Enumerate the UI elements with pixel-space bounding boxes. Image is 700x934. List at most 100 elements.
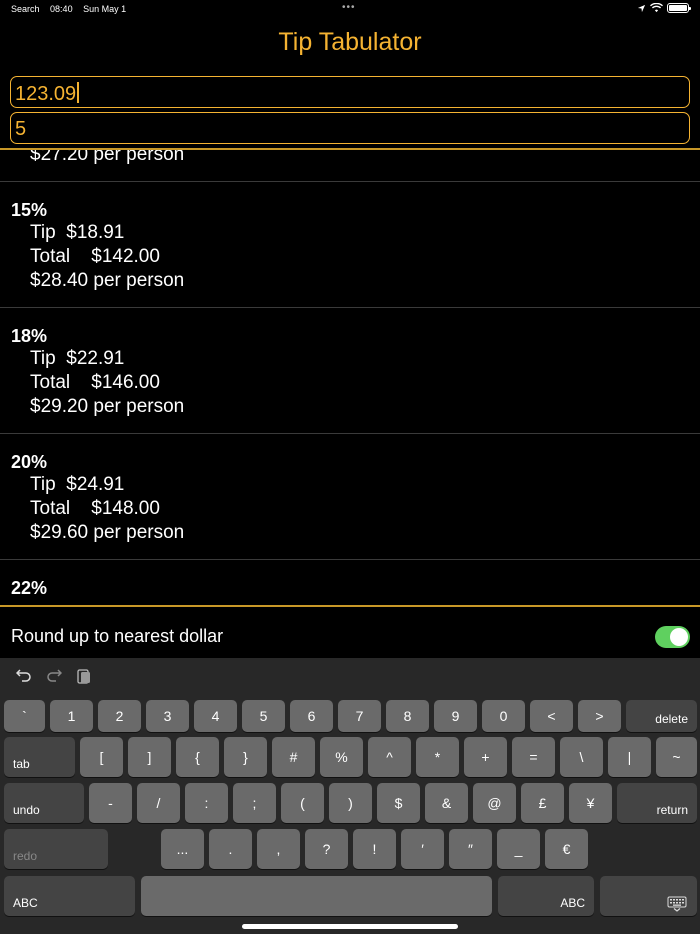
key-pipe[interactable]: | — [608, 737, 651, 777]
key-at[interactable]: @ — [473, 783, 516, 823]
tip-line: Tip $22.91 — [30, 348, 125, 369]
key-3[interactable]: 3 — [146, 700, 189, 732]
tip-percent: 15% — [11, 200, 48, 220]
total-line: Total $146.00 — [30, 372, 160, 393]
tip-percent: 20% — [11, 452, 48, 472]
key-backtick[interactable]: ` — [4, 700, 45, 732]
key-caret[interactable]: ^ — [368, 737, 411, 777]
tab-key[interactable]: tab — [4, 737, 75, 777]
key-open-paren[interactable]: ( — [281, 783, 324, 823]
key-plus[interactable]: + — [464, 737, 507, 777]
tip-section-18: 18% Tip $22.91 Total $146.00 $29.20 per … — [0, 308, 700, 434]
space-key[interactable] — [141, 876, 492, 916]
return-key[interactable]: return — [617, 783, 697, 823]
undo-icon[interactable] — [16, 668, 32, 682]
tip-results-list[interactable]: $27.20 per person 15% Tip $18.91 Total $… — [0, 150, 700, 606]
key-period[interactable]: . — [209, 829, 252, 869]
location-icon — [637, 4, 646, 12]
key-prime[interactable]: ′ — [401, 829, 444, 869]
round-up-label: Round up to nearest dollar — [11, 626, 224, 646]
key-close-brace[interactable]: } — [224, 737, 267, 777]
tip-percent: 18% — [11, 326, 48, 346]
key-ellipsis[interactable]: ... — [161, 829, 204, 869]
back-to-app-link[interactable]: Search — [11, 4, 40, 14]
key-backslash[interactable]: \ — [560, 737, 603, 777]
key-yen[interactable]: ¥ — [569, 783, 612, 823]
key-less-than[interactable]: < — [530, 700, 573, 732]
key-close-bracket[interactable]: ] — [128, 737, 171, 777]
round-up-row: Round up to nearest dollar — [0, 608, 700, 658]
key-hash[interactable]: # — [272, 737, 315, 777]
status-date: Sun May 1 — [83, 4, 127, 14]
results-bottom-divider — [0, 605, 700, 607]
key-7[interactable]: 7 — [338, 700, 381, 732]
key-6[interactable]: 6 — [290, 700, 333, 732]
key-underscore[interactable]: _ — [497, 829, 540, 869]
key-8[interactable]: 8 — [386, 700, 429, 732]
key-pound[interactable]: £ — [521, 783, 564, 823]
per-person-partial: $27.20 per person — [30, 150, 185, 165]
keyboard-hide-icon — [667, 896, 687, 912]
tip-line: Tip $18.91 — [30, 222, 125, 243]
key-open-brace[interactable]: { — [176, 737, 219, 777]
people-count-field[interactable]: 5 — [10, 112, 690, 144]
keyboard-toolbar — [0, 658, 700, 698]
total-line: Total $142.00 — [30, 246, 160, 267]
abc-key-left[interactable]: ABC — [4, 876, 135, 916]
key-5[interactable]: 5 — [242, 700, 285, 732]
wifi-icon — [650, 3, 663, 13]
round-up-toggle[interactable] — [655, 626, 690, 648]
key-2[interactable]: 2 — [98, 700, 141, 732]
key-colon[interactable]: : — [185, 783, 228, 823]
delete-key[interactable]: delete — [626, 700, 697, 732]
battery-icon — [667, 3, 691, 13]
key-exclamation[interactable]: ! — [353, 829, 396, 869]
status-right — [637, 3, 691, 13]
per-person-line: $29.20 per person — [30, 396, 185, 417]
home-indicator[interactable] — [242, 924, 458, 929]
key-question[interactable]: ? — [305, 829, 348, 869]
key-dollar[interactable]: $ — [377, 783, 420, 823]
tip-section-partial: $27.20 per person — [0, 150, 700, 182]
total-line: Total $148.00 — [30, 498, 160, 519]
tip-section-20: 20% Tip $24.91 Total $148.00 $29.60 per … — [0, 434, 700, 560]
key-percent[interactable]: % — [320, 737, 363, 777]
key-4[interactable]: 4 — [194, 700, 237, 732]
toggle-knob — [670, 628, 688, 646]
per-person-line: $29.60 per person — [30, 522, 185, 543]
tip-section-15: 15% Tip $18.91 Total $142.00 $28.40 per … — [0, 182, 700, 308]
key-0[interactable]: 0 — [482, 700, 525, 732]
text-caret — [77, 82, 80, 103]
key-double-prime[interactable]: ″ — [449, 829, 492, 869]
key-equals[interactable]: = — [512, 737, 555, 777]
hide-keyboard-key[interactable] — [600, 876, 697, 916]
key-asterisk[interactable]: * — [416, 737, 459, 777]
redo-key[interactable]: redo — [4, 829, 108, 869]
key-semicolon[interactable]: ; — [233, 783, 276, 823]
key-9[interactable]: 9 — [434, 700, 477, 732]
key-tilde[interactable]: ~ — [656, 737, 697, 777]
key-1[interactable]: 1 — [50, 700, 93, 732]
key-greater-than[interactable]: > — [578, 700, 621, 732]
app-title: Tip Tabulator — [278, 28, 422, 56]
key-euro[interactable]: € — [545, 829, 588, 869]
people-count-value: 5 — [15, 118, 27, 140]
key-ampersand[interactable]: & — [425, 783, 468, 823]
bill-amount-value: 123.09 — [15, 83, 77, 105]
key-open-bracket[interactable]: [ — [80, 737, 123, 777]
bill-amount-field[interactable]: 123.09 — [10, 76, 690, 108]
status-time: 08:40 — [50, 4, 73, 14]
undo-key[interactable]: undo — [4, 783, 84, 823]
redo-icon[interactable] — [46, 668, 62, 682]
status-left: Search 08:40 Sun May 1 — [11, 4, 134, 14]
abc-key-right[interactable]: ABC — [498, 876, 594, 916]
clipboard-icon[interactable] — [77, 668, 91, 684]
multitasking-dots[interactable]: ••• — [342, 2, 356, 13]
per-person-line: $28.40 per person — [30, 270, 185, 291]
key-minus[interactable]: - — [89, 783, 132, 823]
key-slash[interactable]: / — [137, 783, 180, 823]
tip-line: Tip $24.91 — [30, 474, 125, 495]
tip-section-22: 22% — [0, 560, 700, 606]
key-comma[interactable]: , — [257, 829, 300, 869]
key-close-paren[interactable]: ) — [329, 783, 372, 823]
